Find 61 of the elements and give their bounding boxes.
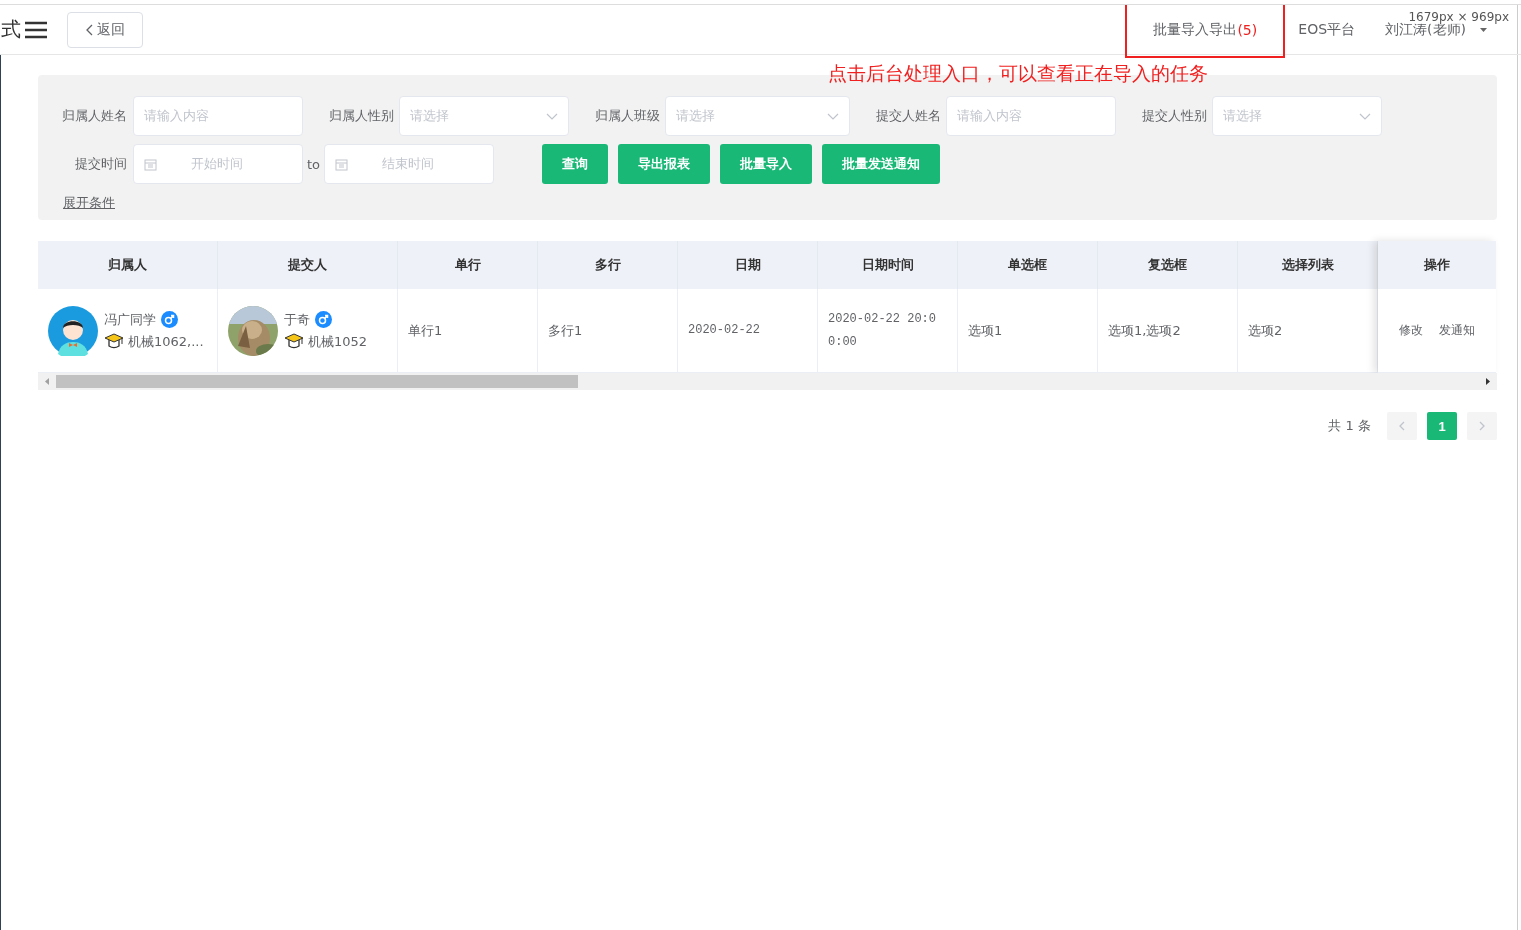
avatar-icon: [48, 305, 98, 356]
male-icon: [315, 311, 332, 328]
row-action-link[interactable]: 修改: [1399, 322, 1423, 339]
action-button[interactable]: 查询: [542, 144, 609, 184]
calendar-icon: [335, 157, 349, 171]
total-count: 共 1 条: [1328, 417, 1371, 435]
size-tooltip: 1679px × 969px: [1406, 10, 1511, 24]
column-header: 提交人: [218, 241, 398, 289]
filter-label: 归属人姓名: [61, 107, 128, 125]
menu-icon[interactable]: [25, 20, 47, 39]
chevron-down-icon: [546, 112, 558, 120]
class-name: 机械1062,...: [128, 332, 204, 351]
page-button[interactable]: 1: [1427, 412, 1457, 440]
range-separator: to: [307, 156, 321, 172]
column-header: 单选框: [958, 241, 1098, 289]
input-field[interactable]: 请输入内容: [133, 96, 303, 136]
filter-label: 提交时间: [74, 155, 128, 173]
chevron-left-icon: [1398, 421, 1406, 431]
nav-link[interactable]: EOS平台: [1284, 5, 1370, 54]
back-button[interactable]: 返回: [67, 11, 143, 48]
caret-down-icon: [1480, 27, 1487, 32]
filter-label: 提交人性别: [1142, 107, 1208, 125]
date-field[interactable]: 开始时间: [133, 144, 303, 184]
select-field[interactable]: 请选择: [399, 96, 569, 136]
chevron-down-icon: [1359, 112, 1371, 120]
filter-label: 归属人班级: [595, 107, 661, 125]
column-header: 操作: [1378, 241, 1496, 289]
horizontal-scrollbar[interactable]: [38, 373, 1497, 390]
action-button[interactable]: 导出报表: [618, 144, 711, 184]
next-page-button[interactable]: [1467, 412, 1497, 440]
date-field[interactable]: 结束时间: [324, 144, 495, 184]
select-field[interactable]: 请选择: [665, 96, 850, 136]
action-button[interactable]: 批量导入: [720, 144, 813, 184]
annotation-text: 点击后台处理入口，可以查看正在导入的任务: [828, 61, 1208, 86]
class-name: 机械1052: [308, 332, 368, 351]
select-field[interactable]: 请选择: [1212, 96, 1382, 136]
nav-link[interactable]: 批量导入导出(5): [1126, 5, 1285, 57]
column-header: 选择列表: [1238, 241, 1378, 289]
calendar-icon: [144, 157, 157, 171]
column-header: 单行: [398, 241, 538, 289]
input-field[interactable]: 请输入内容: [946, 96, 1116, 136]
graduation-cap-icon: [284, 333, 304, 350]
person-name: 于奇: [284, 310, 310, 329]
previous-page-button[interactable]: [1387, 412, 1417, 440]
column-header: 多行: [538, 241, 678, 289]
person-name: 冯广同学: [104, 310, 156, 329]
row-action-link[interactable]: 发通知: [1439, 322, 1475, 339]
filter-label: 归属人性别: [329, 107, 395, 125]
column-header: 日期时间: [818, 241, 958, 289]
graduation-cap-icon: [104, 333, 124, 350]
filter-label: 提交人姓名: [876, 107, 942, 125]
chevron-down-icon: [827, 112, 839, 120]
column-header: 归属人: [38, 241, 218, 289]
expand-link[interactable]: 展开条件: [63, 194, 115, 212]
column-header: 复选框: [1098, 241, 1238, 289]
page-title: 式: [1, 16, 21, 43]
chevron-left-icon: [85, 23, 93, 36]
chevron-right-icon: [1478, 421, 1486, 431]
action-button[interactable]: 批量发送通知: [822, 144, 941, 184]
male-icon: [161, 311, 178, 328]
column-header: 日期: [678, 241, 818, 289]
